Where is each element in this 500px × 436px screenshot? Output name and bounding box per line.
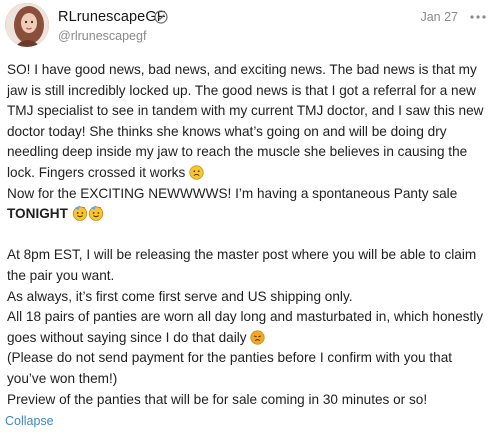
paragraph: Now for the EXCITING NEWWWWS! I’m having… bbox=[7, 184, 495, 225]
display-name[interactable]: RLrunescapeGF bbox=[58, 9, 166, 25]
body-text-5: All 18 pairs of panties are worn all day… bbox=[7, 309, 484, 345]
paragraph: Preview of the panties that will be for … bbox=[7, 391, 428, 407]
tonight-emphasis: TONIGHT bbox=[7, 206, 68, 222]
post-date[interactable]: Jan 27 bbox=[420, 10, 458, 24]
paragraph: SO! I have good news, bad news, and exci… bbox=[7, 60, 495, 184]
post-body: SO! I have good news, bad news, and exci… bbox=[7, 60, 495, 410]
profile-avatar[interactable] bbox=[5, 3, 49, 47]
body-text-1: SO! I have good news, bad news, and exci… bbox=[7, 62, 484, 180]
verified-badge-icon bbox=[154, 10, 168, 24]
paragraph: As always, it’s first come first serve a… bbox=[7, 288, 353, 304]
paragraph: All 18 pairs of panties are worn all day… bbox=[7, 307, 495, 348]
paragraph: At 8pm EST, I will be releasing the mast… bbox=[7, 247, 477, 283]
body-text-2: Now for the EXCITING NEWWWWS! I’m having… bbox=[7, 185, 458, 201]
user-handle[interactable]: @rlrunescapegf bbox=[58, 29, 146, 43]
disappointed-face-emoji bbox=[250, 330, 265, 345]
party-face-emoji bbox=[88, 205, 103, 221]
collapse-link[interactable]: Collapse bbox=[5, 414, 54, 428]
frowning-face-emoji bbox=[189, 165, 204, 180]
post-card: RLrunescapeGF @rlrunescapegf Jan 27 SO! … bbox=[0, 0, 500, 436]
paragraph: (Please do not send payment for the pant… bbox=[7, 350, 453, 386]
more-options-icon[interactable] bbox=[469, 12, 487, 22]
party-face-emoji bbox=[72, 205, 87, 221]
